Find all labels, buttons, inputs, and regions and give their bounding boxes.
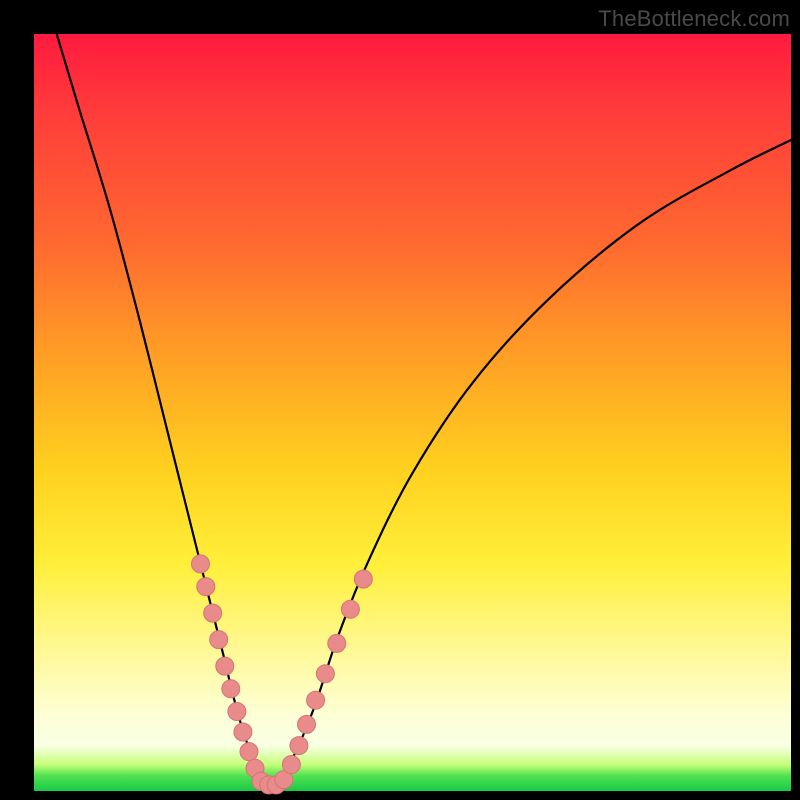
- curve-marker: [328, 634, 346, 652]
- curve-marker: [204, 604, 222, 622]
- curve-marker: [282, 756, 300, 774]
- curve-marker: [290, 737, 308, 755]
- curve-markers: [192, 555, 373, 794]
- curve-marker: [222, 680, 240, 698]
- curve-marker: [298, 715, 316, 733]
- curve-marker: [307, 691, 325, 709]
- curve-marker: [354, 570, 372, 588]
- watermark-text: TheBottleneck.com: [598, 6, 790, 32]
- bottleneck-curve: [57, 34, 791, 786]
- curve-marker: [210, 631, 228, 649]
- curve-marker: [197, 578, 215, 596]
- curve-marker: [228, 703, 246, 721]
- curve-marker: [341, 600, 359, 618]
- curve-marker: [240, 743, 258, 761]
- plot-area: [34, 34, 791, 791]
- curve-marker: [316, 665, 334, 683]
- curve-marker: [234, 723, 252, 741]
- chart-svg: [34, 34, 791, 791]
- curve-marker: [216, 657, 234, 675]
- curve-marker: [192, 555, 210, 573]
- chart-frame: TheBottleneck.com: [0, 0, 800, 800]
